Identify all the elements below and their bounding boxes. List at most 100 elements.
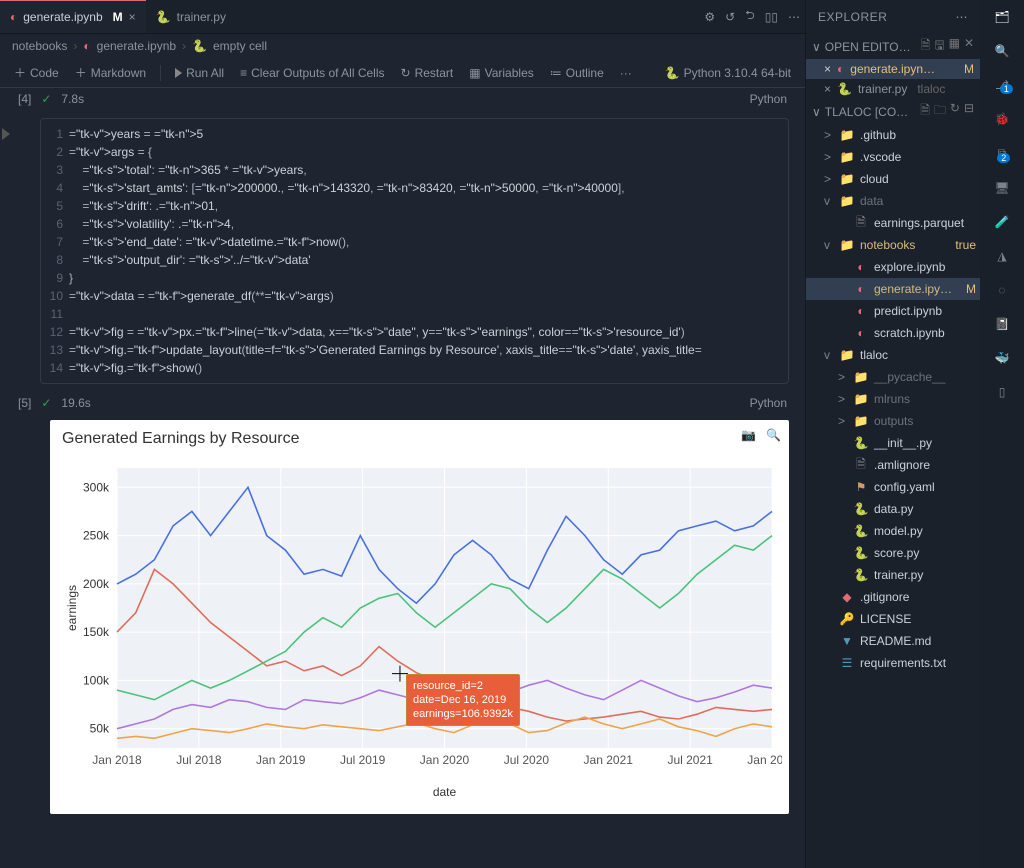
crumb[interactable]: notebooks: [12, 39, 67, 53]
source-control-icon[interactable]: ⎇1: [995, 78, 1009, 92]
open-editors-section[interactable]: ∨OPEN EDITO… 🗎🖫▦✕: [806, 34, 980, 59]
debug-icon[interactable]: 🐞: [995, 112, 1010, 126]
search-icon[interactable]: 🔍: [995, 44, 1010, 58]
svg-text:150k: 150k: [83, 625, 110, 639]
tab-label: trainer.py: [177, 10, 226, 24]
tree-folder[interactable]: v📁notebookstrue: [806, 234, 980, 256]
tree-file[interactable]: 🐍trainer.py: [806, 564, 980, 586]
close-icon[interactable]: ×: [129, 10, 136, 24]
refresh-icon[interactable]: ↻: [950, 101, 960, 122]
save-all-icon[interactable]: 🖫: [934, 36, 944, 57]
tree-file[interactable]: ⚑config.yaml: [806, 476, 980, 498]
tab-trainer[interactable]: 🐍 trainer.py: [146, 0, 236, 33]
run-cell-button[interactable]: [2, 126, 10, 140]
close-icon[interactable]: ×: [824, 82, 831, 96]
jupyter-icon: ◐: [853, 326, 869, 340]
new-file-icon[interactable]: 🗎: [921, 36, 931, 57]
line-chart[interactable]: 50k100k150k200k250k300kJan 2018Jul 2018J…: [62, 448, 782, 808]
code-content[interactable]: ="tk-v">years = ="tk-n">5 ="tk-v">args =…: [69, 119, 788, 383]
new-file-icon[interactable]: 🗎: [920, 101, 930, 122]
repo-section[interactable]: ∨TLALOC [CO… 🗎🗀↻⊟: [806, 99, 980, 124]
camera-icon[interactable]: 📷: [741, 428, 756, 442]
file-label: earnings.parquet: [874, 216, 964, 230]
tree-file[interactable]: ◐explore.ipynb: [806, 256, 980, 278]
tree-folder[interactable]: v📁data: [806, 190, 980, 212]
tree-folder[interactable]: >📁cloud: [806, 168, 980, 190]
tree-file[interactable]: ◐scratch.ipynb: [806, 322, 980, 344]
crumb[interactable]: generate.ipynb: [97, 39, 176, 53]
zoom-icon[interactable]: 🔍: [766, 428, 781, 442]
notebook-toolbar: ＋ Code ＋ Markdown Run All ≡ Clear Output…: [0, 58, 805, 88]
python-icon: 🐍: [192, 39, 207, 53]
open-editor-item[interactable]: ×◐generate.ipyn…M: [806, 59, 980, 79]
history-icon[interactable]: ↺: [720, 10, 740, 24]
outline-button[interactable]: ≔ Outline: [544, 64, 610, 82]
svg-text:200k: 200k: [83, 577, 110, 591]
file-label: data.py: [874, 502, 913, 516]
new-folder-icon[interactable]: 🗀: [934, 101, 946, 122]
tree-folder[interactable]: >📁outputs: [806, 410, 980, 432]
remote-icon[interactable]: 🖥: [994, 181, 1009, 195]
tree-folder[interactable]: v📁tlaloc: [806, 344, 980, 366]
tree-file[interactable]: ◐predict.ipynb: [806, 300, 980, 322]
open-editor-item[interactable]: ×🐍trainer.pytlaloc: [806, 79, 980, 99]
close-all-icon[interactable]: ✕: [964, 36, 974, 57]
tree-folder[interactable]: >📁mlruns: [806, 388, 980, 410]
more-icon[interactable]: ⋯: [956, 10, 969, 24]
close-icon[interactable]: ×: [824, 62, 831, 76]
tree-file[interactable]: 🐍 data.py: [806, 498, 980, 520]
github-icon[interactable]: ◌: [998, 283, 1005, 297]
tree-folder[interactable]: >📁.vscode: [806, 146, 980, 168]
tree-file[interactable]: 🗎earnings.parquet: [806, 212, 980, 234]
python-icon: 🐍: [837, 82, 852, 96]
explorer-icon[interactable]: 🗂: [994, 10, 1009, 24]
extensions-icon[interactable]: ⧉2: [998, 146, 1007, 161]
tree-folder[interactable]: >📁__pycache__: [806, 366, 980, 388]
tree-file[interactable]: ☰requirements.txt: [806, 652, 980, 674]
modified-indicator: M: [113, 10, 123, 24]
split-icon[interactable]: ▯▯: [760, 10, 783, 24]
tree-folder[interactable]: >📁.github: [806, 124, 980, 146]
file-label: LICENSE: [860, 612, 911, 626]
kernel-picker[interactable]: 🐍 Python 3.10.4 64-bit: [659, 64, 797, 82]
svg-text:Jan 2022: Jan 2022: [747, 753, 782, 767]
tree-file[interactable]: ◆.gitignore: [806, 586, 980, 608]
run-all-button[interactable]: Run All: [169, 64, 230, 82]
tree-file[interactable]: ▼README.md: [806, 630, 980, 652]
layout-icon[interactable]: ▦: [949, 36, 960, 57]
device-icon[interactable]: ▯: [999, 385, 1006, 399]
restart-button[interactable]: ↻ Restart: [395, 64, 460, 82]
breadcrumb: notebooks › ◐ generate.ipynb › 🐍 empty c…: [0, 34, 805, 58]
svg-text:Jul 2021: Jul 2021: [667, 753, 713, 767]
add-markdown-button[interactable]: ＋ Markdown: [69, 62, 152, 83]
cell-index: [4]: [18, 92, 31, 106]
add-code-button[interactable]: ＋ Code: [8, 62, 65, 83]
clear-outputs-button[interactable]: ≡ Clear Outputs of All Cells: [234, 64, 390, 82]
python-icon: 🐍: [853, 524, 869, 538]
collapse-icon[interactable]: ⊟: [964, 101, 974, 122]
crumb[interactable]: empty cell: [213, 39, 267, 53]
svg-text:Jan 2020: Jan 2020: [420, 753, 470, 767]
tree-file[interactable]: ◐generate.ipy…M: [806, 278, 980, 300]
variables-button[interactable]: ▦ Variables: [463, 64, 539, 82]
azure-icon[interactable]: ◮: [997, 249, 1006, 263]
tree-file[interactable]: 🐍__init__.py: [806, 432, 980, 454]
tab-generate[interactable]: ◐ generate.ipynb M ×: [0, 0, 146, 33]
python-icon: 🐍: [853, 502, 869, 516]
notebook-icon[interactable]: 📓: [995, 317, 1010, 331]
docker-icon[interactable]: 🐳: [995, 351, 1010, 365]
testing-icon[interactable]: 🧪: [995, 215, 1010, 229]
undo-icon[interactable]: ⮌: [740, 6, 760, 27]
python-icon: 🐍: [156, 10, 171, 24]
tree-file[interactable]: 🔑LICENSE: [806, 608, 980, 630]
folder-icon: 📁: [839, 238, 855, 252]
tree-file[interactable]: 🐍model.py: [806, 520, 980, 542]
code-cell[interactable]: 1234567891011121314 ="tk-v">years = ="tk…: [40, 118, 789, 384]
tree-file[interactable]: 🐍score.py: [806, 542, 980, 564]
gear-icon[interactable]: ⚙: [699, 10, 720, 24]
jupyter-icon: ◐: [853, 260, 869, 274]
more-button[interactable]: ···: [614, 64, 638, 82]
svg-text:date: date: [433, 785, 457, 799]
tree-file[interactable]: 🗎.amlignore: [806, 454, 980, 476]
more-icon[interactable]: ⋯: [783, 10, 805, 24]
